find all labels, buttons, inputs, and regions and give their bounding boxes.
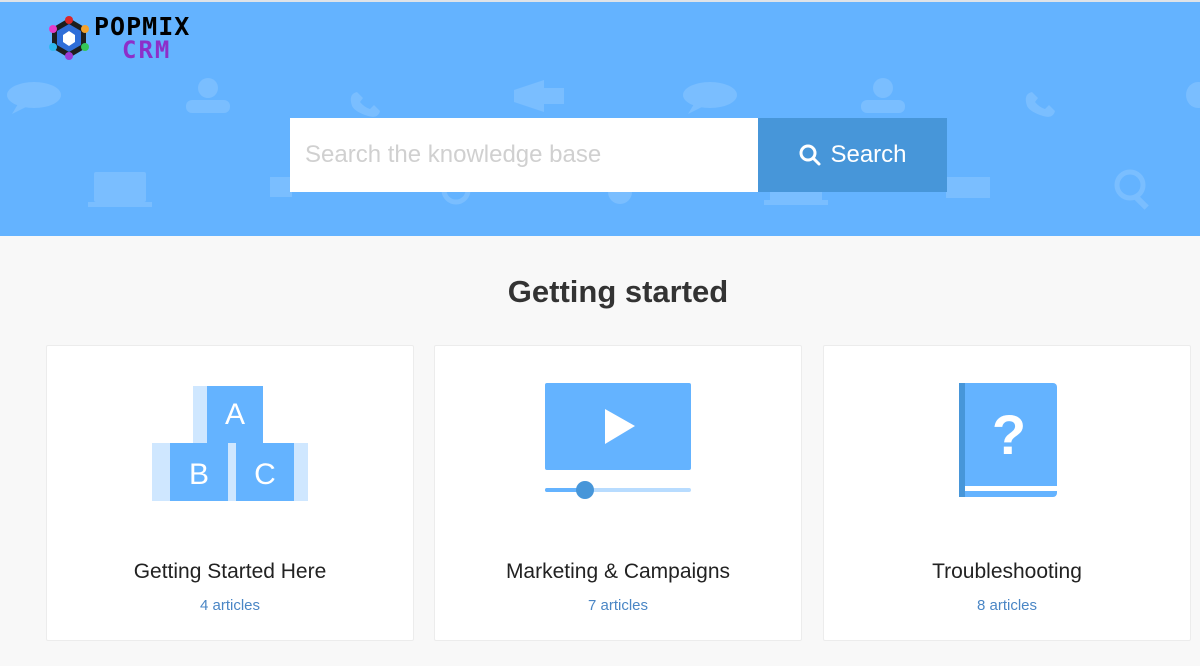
svg-text:A: A bbox=[225, 398, 245, 431]
category-title: Marketing & Campaigns bbox=[505, 560, 731, 583]
category-card-marketing[interactable]: Marketing & Campaigns 7 articles bbox=[434, 345, 802, 641]
search-button-label: Search bbox=[830, 141, 907, 168]
popmix-crm-logo[interactable]: POPMIX CRM bbox=[46, 12, 246, 64]
search-button[interactable]: Search bbox=[758, 118, 947, 192]
article-count: 8 articles bbox=[976, 597, 1038, 614]
article-count: 4 articles bbox=[199, 597, 261, 614]
hero-banner: POPMIX CRM Search bbox=[0, 0, 1200, 236]
search-input[interactable] bbox=[290, 118, 758, 192]
category-title: Troubleshooting bbox=[932, 560, 1082, 583]
category-title: Getting Started Here bbox=[133, 560, 327, 583]
search-icon bbox=[799, 144, 821, 166]
video-player-icon bbox=[435, 376, 801, 516]
article-count: 7 articles bbox=[587, 597, 649, 614]
svg-text:C: C bbox=[254, 458, 276, 491]
category-card-getting-started[interactable]: A B C Getting Started Here 4 articles bbox=[46, 345, 414, 641]
abc-blocks-icon: A B C bbox=[47, 376, 413, 516]
logo-wordmark-bottom: CRM bbox=[122, 36, 172, 64]
hexagon-logo-icon bbox=[49, 16, 89, 60]
question-book-icon: ? bbox=[824, 376, 1190, 516]
category-card-troubleshooting[interactable]: ? Troubleshooting 8 articles bbox=[823, 345, 1191, 641]
search-form: Search bbox=[290, 118, 947, 192]
svg-text:?: ? bbox=[992, 403, 1026, 466]
section-title: Getting started bbox=[507, 274, 729, 309]
svg-text:B: B bbox=[189, 458, 209, 491]
